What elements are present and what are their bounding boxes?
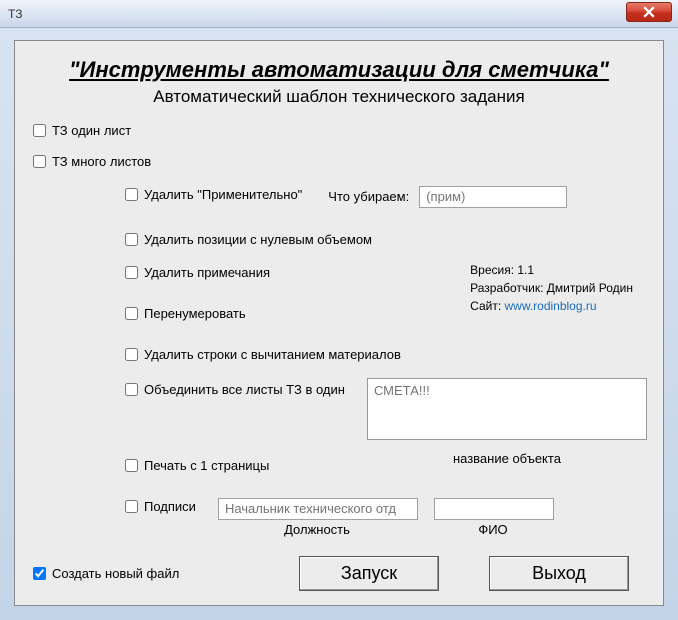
row-del-approx: Удалить "Применительно" Что убираем: [121, 185, 649, 208]
checkbox-create-new[interactable] [33, 567, 46, 580]
window-titlebar: ТЗ [0, 0, 678, 28]
sign-caption-row: Должность ФИО [217, 522, 649, 537]
label-del-approx: Удалить "Применительно" [144, 187, 302, 202]
label-position: Должность [217, 522, 417, 537]
checkbox-many-sheets[interactable] [33, 155, 46, 168]
label-what-remove: Что убираем: [328, 189, 409, 204]
input-what-remove[interactable] [419, 186, 567, 208]
label-print-from1: Печать с 1 страницы [144, 458, 269, 473]
check-create-new[interactable]: Создать новый файл [29, 564, 179, 583]
check-del-approx[interactable]: Удалить "Применительно" [121, 185, 302, 204]
checkbox-one-sheet[interactable] [33, 124, 46, 137]
app-title: "Инструменты автоматизации для сметчика" [29, 57, 649, 83]
check-one-sheet[interactable]: ТЗ один лист [29, 121, 649, 140]
exit-button[interactable]: Выход [489, 556, 629, 591]
info-site-label: Сайт: [470, 299, 504, 313]
row-merge: Объединить все листы ТЗ в один название … [121, 378, 649, 466]
checkbox-print-from1[interactable] [125, 459, 138, 472]
label-del-notes: Удалить примечания [144, 265, 270, 280]
check-signatures[interactable]: Подписи [121, 497, 196, 516]
button-group: Запуск Выход [299, 556, 629, 591]
close-icon [643, 6, 655, 18]
window-title: ТЗ [8, 7, 22, 21]
bottom-row: Создать новый файл Запуск Выход [29, 556, 649, 591]
info-developer: Разработчик: Дмитрий Родин [470, 279, 633, 297]
info-version: Вресия: 1.1 [470, 261, 633, 279]
info-site-link[interactable]: www.rodinblog.ru [504, 299, 596, 313]
label-many-sheets: ТЗ много листов [52, 154, 151, 169]
label-del-minus-mat: Удалить строки с вычитанием материалов [144, 347, 401, 362]
checkbox-del-notes[interactable] [125, 266, 138, 279]
checkbox-merge[interactable] [125, 383, 138, 396]
checkbox-del-minus-mat[interactable] [125, 348, 138, 361]
checkbox-renumber[interactable] [125, 307, 138, 320]
check-many-sheets[interactable]: ТЗ много листов [29, 152, 649, 171]
checkbox-del-approx[interactable] [125, 188, 138, 201]
label-create-new: Создать новый файл [52, 566, 179, 581]
main-panel: "Инструменты автоматизации для сметчика"… [14, 40, 664, 606]
check-del-zero[interactable]: Удалить позиции с нулевым объемом [121, 230, 649, 249]
checkbox-signatures[interactable] [125, 500, 138, 513]
app-subtitle: Автоматический шаблон технического задан… [29, 87, 649, 107]
close-button[interactable] [626, 2, 672, 22]
label-one-sheet: ТЗ один лист [52, 123, 131, 138]
label-fio: ФИО [433, 522, 553, 537]
label-del-zero: Удалить позиции с нулевым объемом [144, 232, 372, 247]
info-block: Вресия: 1.1 Разработчик: Дмитрий Родин С… [470, 261, 633, 315]
label-renumber: Перенумеровать [144, 306, 246, 321]
input-fio[interactable] [434, 498, 554, 520]
label-merge: Объединить все листы ТЗ в один [144, 382, 345, 397]
input-position[interactable] [218, 498, 418, 520]
check-merge[interactable]: Объединить все листы ТЗ в один [121, 380, 345, 399]
label-object-name: название объекта [367, 451, 647, 466]
row-signatures: Подписи [121, 497, 649, 520]
textarea-object[interactable] [367, 378, 647, 440]
run-button[interactable]: Запуск [299, 556, 439, 591]
label-signatures: Подписи [144, 499, 196, 514]
checkbox-del-zero[interactable] [125, 233, 138, 246]
check-del-minus-mat[interactable]: Удалить строки с вычитанием материалов [121, 345, 649, 364]
